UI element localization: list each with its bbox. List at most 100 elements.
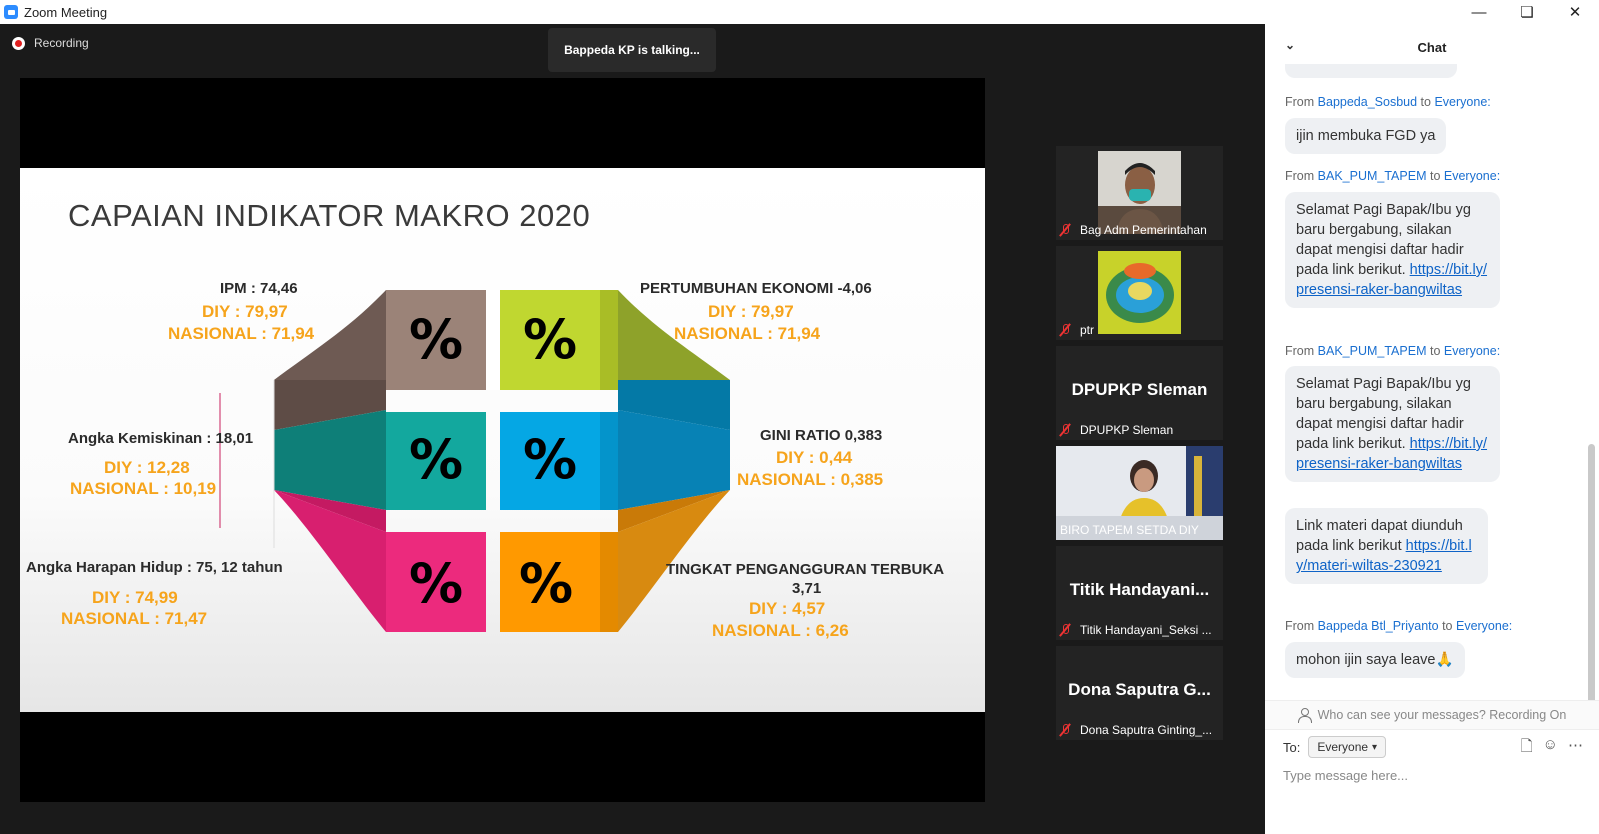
participant-tile[interactable]: Dona Saputra G... Dona Saputra Ginting_.… [1056, 646, 1223, 740]
participant-name-bar: BIRO TAPEM SETDA DIY [1060, 521, 1221, 538]
chat-message: ijin membuka FGD ya [1285, 118, 1447, 154]
pengangguran-nasional: NASIONAL : 6,26 [712, 621, 849, 640]
meeting-area: Recording Bappeda KP is talking... CAPAI… [0, 24, 1265, 834]
close-button[interactable]: ✕ [1551, 0, 1599, 24]
more-icon[interactable]: ⋯ [1568, 736, 1583, 761]
participant-tile[interactable]: DPUPKP Sleman DPUPKP Sleman [1056, 346, 1223, 440]
kemiskinan-diy: DIY : 12,28 [104, 458, 190, 477]
recipient-value: Everyone [1317, 740, 1369, 754]
recipient-row: To: Everyone ▾ 🗋 ☺ ⋯ [1283, 734, 1583, 760]
participant-name: Titik Handayani_Seksi ... [1080, 622, 1212, 637]
message-recipient: Everyone: [1434, 95, 1491, 109]
record-icon [12, 36, 25, 50]
percent-icon: % [408, 552, 464, 615]
chevron-down-icon: ▾ [1372, 741, 1378, 753]
harapan-hidup-diy: DIY : 74,99 [92, 588, 178, 607]
window-controls: — ❏ ✕ [1455, 0, 1599, 24]
ipm-diy: DIY : 79,97 [202, 302, 288, 321]
pengangguran-label: TINGKAT PENGANGGURAN TERBUKA [666, 561, 945, 578]
participant-tile[interactable]: Titik Handayani... Titik Handayani_Seksi… [1056, 546, 1223, 640]
harapan-hidup-nasional: NASIONAL : 71,47 [61, 609, 208, 628]
percent-icon: % [522, 308, 578, 371]
harapan-hidup-label: Angka Harapan Hidup : 75, 12 tahun [26, 559, 283, 576]
message-meta: From BAK_PUM_TAPEM to Everyone: [1285, 169, 1501, 183]
previous-message-bubble [1285, 64, 1457, 78]
chat-toolbar: 🗋 ☺ ⋯ [1521, 736, 1583, 761]
message-recipient: Everyone: [1443, 344, 1501, 358]
participant-name-bar: Dona Saputra Ginting_... [1058, 721, 1221, 738]
message-recipient: Everyone: [1455, 619, 1513, 633]
message-meta: From Bappeda Btl_Priyanto to Everyone: [1285, 619, 1513, 633]
presentation-slide: CAPAIAN INDIKATOR MAKRO 2020 % % % % % %… [20, 168, 985, 712]
restore-button[interactable]: ❏ [1503, 0, 1551, 24]
message-recipient: Everyone: [1443, 169, 1501, 183]
percent-icon: % [522, 428, 578, 491]
chat-visibility-note[interactable]: Who can see your messages? Recording On [1265, 700, 1599, 730]
person-icon [1297, 708, 1312, 723]
visibility-text: Who can see your messages? Recording On [1317, 708, 1567, 722]
zoom-app-icon [4, 5, 18, 19]
pengangguran-diy: DIY : 4,57 [749, 599, 826, 618]
window-title: Zoom Meeting [24, 4, 108, 20]
chat-message: Selamat Pagi Bapak/Ibu yg baru bergabung… [1285, 366, 1500, 482]
message-sender[interactable]: BAK_PUM_TAPEM [1318, 344, 1427, 358]
participant-name-bar: Bag Adm Pemerintahan [1058, 221, 1221, 238]
percent-icon: % [408, 428, 464, 491]
pengangguran-value: 3,71 [792, 580, 822, 597]
participant-name: BIRO TAPEM SETDA DIY [1060, 522, 1199, 537]
slide-title: CAPAIAN INDIKATOR MAKRO 2020 [68, 198, 591, 233]
message-input[interactable]: Type message here... [1283, 768, 1408, 783]
chat-panel: ⌄ Chat From Bappeda_Sosbud to Everyone: … [1265, 24, 1599, 834]
file-icon[interactable]: 🗋 [1521, 736, 1533, 761]
ipm-nasional: NASIONAL : 71,94 [168, 324, 315, 343]
pertumbuhan-diy: DIY : 79,97 [708, 302, 794, 321]
recording-label: Recording [34, 36, 89, 50]
message-meta: From Bappeda_Sosbud to Everyone: [1285, 95, 1491, 109]
message-meta: From BAK_PUM_TAPEM to Everyone: [1285, 344, 1501, 358]
chat-title: Chat [1417, 39, 1447, 55]
participant-tile[interactable]: Bag Adm Pemerintahan [1056, 146, 1223, 240]
window-titlebar: Zoom Meeting — ❏ ✕ [0, 0, 1599, 24]
minimize-button[interactable]: — [1455, 0, 1503, 24]
mic-muted-icon [1058, 423, 1072, 437]
participant-name-bar: ptr [1058, 321, 1221, 338]
participant-name: ptr [1080, 322, 1095, 337]
to-label: To: [1283, 739, 1301, 755]
chat-message: mohon ijin saya leave🙏 [1285, 642, 1465, 678]
screen-share-view: CAPAIAN INDIKATOR MAKRO 2020 % % % % % %… [20, 78, 985, 802]
gini-diy: DIY : 0,44 [776, 448, 853, 467]
participant-name: Bag Adm Pemerintahan [1080, 222, 1207, 237]
percent-icon: % [518, 552, 574, 615]
active-speaker-indicator: Bappeda KP is talking... [548, 28, 716, 72]
mic-muted-icon [1058, 323, 1072, 337]
kemiskinan-nasional: NASIONAL : 10,19 [70, 479, 217, 498]
pertumbuhan-label: PERTUMBUHAN EKONOMI -4,06 [640, 280, 872, 297]
participant-display-name: Dona Saputra G... [1068, 680, 1211, 699]
chat-message: Link materi dapat diunduh pada link beri… [1285, 508, 1488, 584]
chat-scrollbar[interactable] [1588, 444, 1595, 730]
participant-name-bar: DPUPKP Sleman [1058, 421, 1221, 438]
ipm-label: IPM : 74,46 [220, 280, 298, 297]
emoji-icon[interactable]: ☺ [1543, 736, 1558, 761]
participant-name-bar: Titik Handayani_Seksi ... [1058, 621, 1221, 638]
message-sender[interactable]: BAK_PUM_TAPEM [1318, 169, 1427, 183]
participant-tile[interactable]: BIRO TAPEM SETDA DIY [1056, 446, 1223, 540]
gini-label: GINI RATIO 0,383 [760, 427, 883, 444]
participant-name: Dona Saputra Ginting_... [1080, 722, 1213, 737]
mic-muted-icon [1058, 623, 1072, 637]
participant-tile[interactable]: ptr [1056, 246, 1223, 340]
message-sender[interactable]: Bappeda_Sosbud [1318, 95, 1417, 109]
kemiskinan-label: Angka Kemiskinan : 18,01 [68, 430, 254, 447]
recording-indicator[interactable]: Recording [12, 36, 89, 50]
chat-message: Selamat Pagi Bapak/Ibu yg baru bergabung… [1285, 192, 1500, 308]
message-sender[interactable]: Bappeda Btl_Priyanto [1318, 619, 1439, 633]
participant-display-name: Titik Handayani... [1069, 580, 1210, 599]
participant-name: DPUPKP Sleman [1080, 422, 1174, 437]
recipient-select[interactable]: Everyone ▾ [1308, 736, 1387, 758]
chevron-down-icon[interactable]: ⌄ [1285, 38, 1295, 52]
mic-muted-icon [1058, 223, 1072, 237]
percent-icon: % [408, 308, 464, 371]
gini-nasional: NASIONAL : 0,385 [737, 470, 884, 489]
mic-muted-icon [1058, 723, 1072, 737]
participant-display-name: DPUPKP Sleman [1071, 380, 1208, 399]
